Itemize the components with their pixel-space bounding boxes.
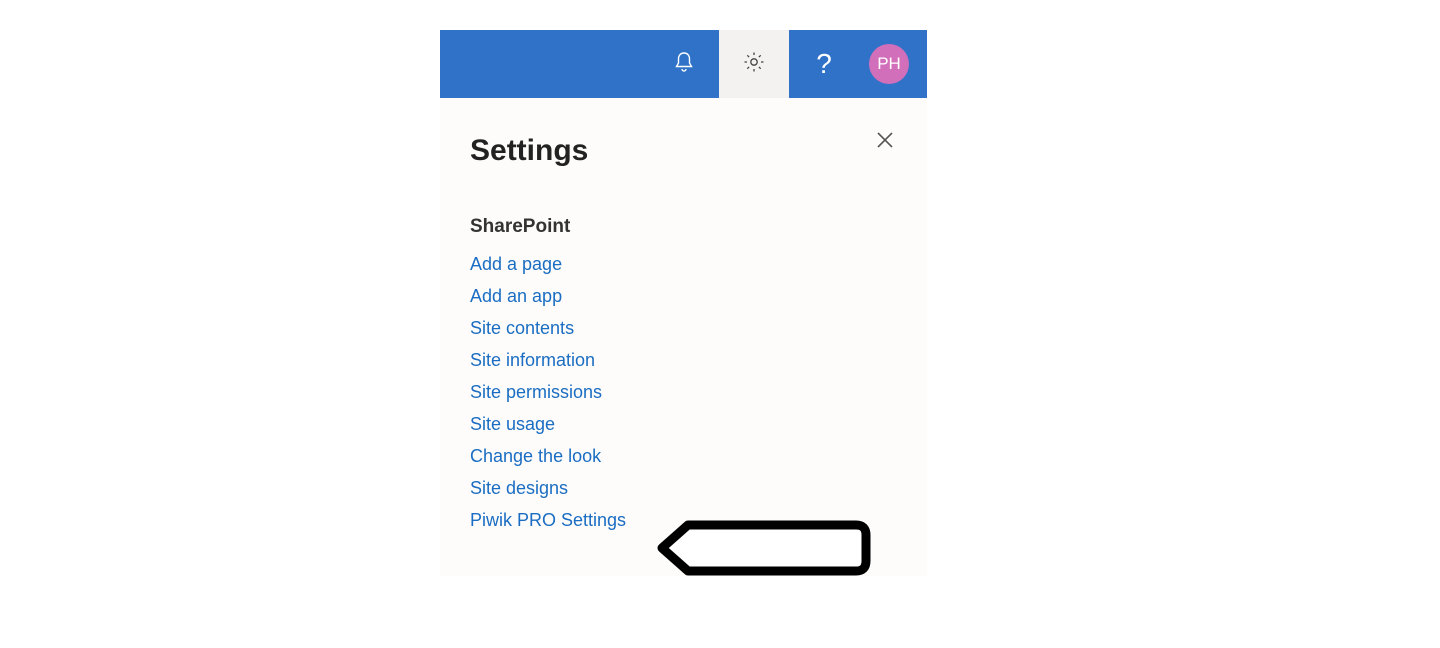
link-add-a-page[interactable]: Add a page bbox=[470, 248, 897, 280]
settings-panel-container: ? PH Settings SharePoint Add a page Add … bbox=[440, 30, 927, 576]
settings-link-list: Add a page Add an app Site contents Site… bbox=[470, 248, 897, 536]
close-button[interactable] bbox=[873, 128, 901, 156]
gear-icon bbox=[742, 50, 766, 79]
link-site-permissions[interactable]: Site permissions bbox=[470, 376, 897, 408]
panel-title: Settings bbox=[470, 134, 897, 168]
section-title: SharePoint bbox=[470, 216, 897, 238]
callout-arrow-annotation bbox=[656, 519, 872, 577]
header-bar: ? PH bbox=[440, 30, 927, 98]
notifications-button[interactable] bbox=[649, 30, 719, 98]
link-site-usage[interactable]: Site usage bbox=[470, 408, 897, 440]
link-site-contents[interactable]: Site contents bbox=[470, 312, 897, 344]
help-button[interactable]: ? bbox=[789, 30, 859, 98]
close-icon bbox=[873, 139, 897, 156]
avatar-initials: PH bbox=[877, 54, 901, 74]
help-icon: ? bbox=[816, 48, 832, 80]
user-avatar[interactable]: PH bbox=[869, 44, 909, 84]
link-change-the-look[interactable]: Change the look bbox=[470, 440, 897, 472]
settings-gear-button[interactable] bbox=[719, 30, 789, 98]
link-add-an-app[interactable]: Add an app bbox=[470, 280, 897, 312]
link-site-information[interactable]: Site information bbox=[470, 344, 897, 376]
link-site-designs[interactable]: Site designs bbox=[470, 472, 897, 504]
settings-panel: Settings SharePoint Add a page Add an ap… bbox=[440, 98, 927, 576]
bell-icon bbox=[672, 50, 696, 79]
